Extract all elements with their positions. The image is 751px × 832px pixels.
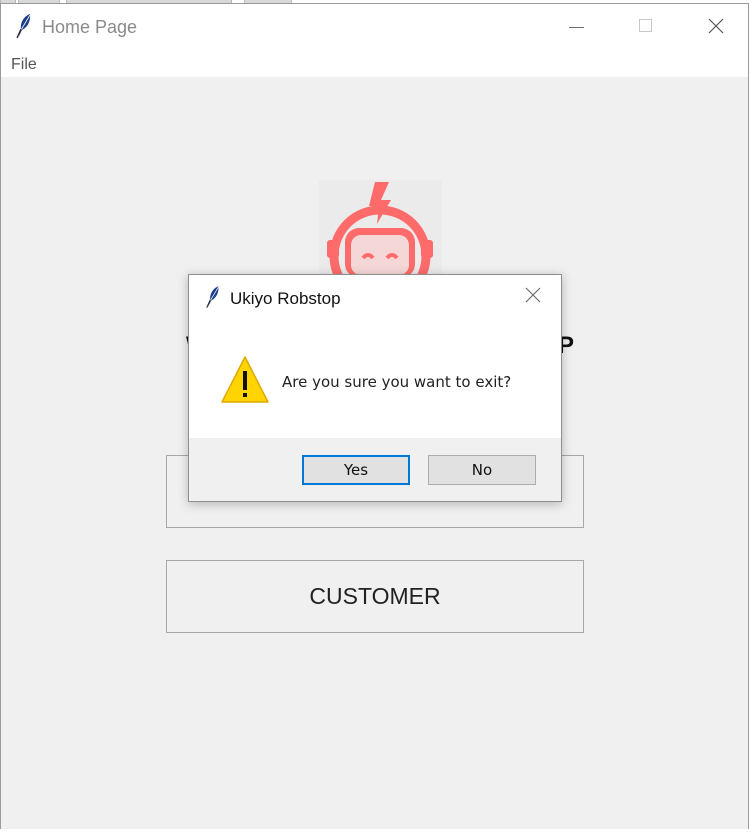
dialog-title: Ukiyo Robstop: [230, 289, 341, 308]
warning-icon: [221, 356, 269, 403]
close-button[interactable]: [693, 4, 739, 50]
close-icon[interactable]: [525, 287, 541, 303]
dialog-message: Are you sure you want to exit?: [282, 373, 512, 391]
yes-button[interactable]: Yes: [302, 455, 410, 485]
customer-button[interactable]: CUSTOMER: [166, 560, 584, 633]
robot-logo-icon: [327, 182, 433, 275]
dialog-body: Ukiyo Robstop Are you sure you want to e…: [189, 275, 561, 438]
no-button[interactable]: No: [428, 455, 536, 485]
maximize-button[interactable]: [623, 4, 669, 50]
minimize-icon: [569, 27, 584, 28]
feather-icon: [16, 14, 31, 39]
exit-confirmation-dialog: Ukiyo Robstop Are you sure you want to e…: [188, 274, 562, 502]
minimize-button[interactable]: [553, 4, 599, 50]
menu-bar: File: [1, 50, 748, 78]
window-title: Home Page: [42, 17, 138, 37]
close-icon: [708, 18, 724, 34]
logo: [319, 180, 442, 275]
feather-icon: [206, 286, 219, 308]
maximize-icon: [639, 19, 652, 32]
title-bar[interactable]: Home Page: [1, 4, 748, 50]
menu-file[interactable]: File: [11, 56, 37, 74]
